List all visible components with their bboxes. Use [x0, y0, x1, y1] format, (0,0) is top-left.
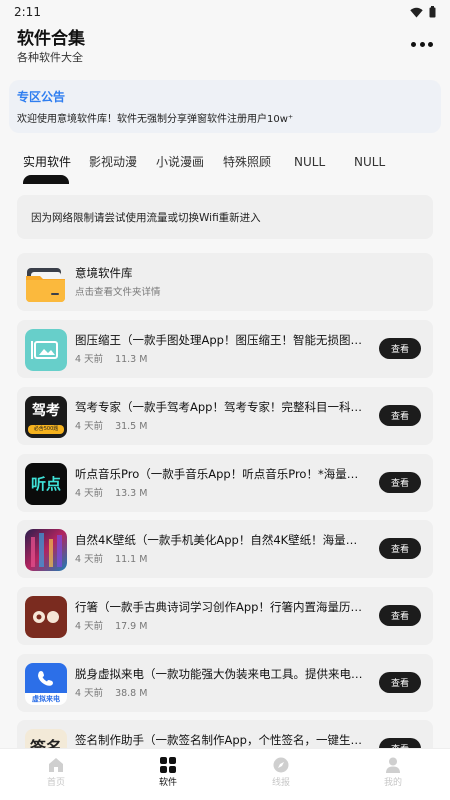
tab-special[interactable]: 特殊照顾 — [223, 154, 271, 170]
app-date: 4 天前 — [75, 554, 104, 565]
network-warning-text: 因为网络限制请尝试使用流量或切换Wifi重新进入 — [31, 211, 261, 224]
nav-label: 软件 — [158, 778, 177, 788]
tab-null-2[interactable]: NULL — [354, 154, 385, 170]
icon-text: 驾考 — [32, 403, 60, 419]
app-size: 31.5 M — [115, 421, 148, 432]
view-button[interactable]: 查看 — [379, 672, 421, 693]
app-size: 13.3 M — [115, 488, 148, 499]
app-meta: 4 天前 38.8 M — [75, 687, 147, 700]
wallpaper-app-icon — [25, 529, 67, 571]
image-compress-icon — [25, 329, 67, 371]
home-icon — [49, 758, 63, 772]
driving-test-icon: 驾考 必含500题 — [25, 396, 67, 438]
app-name: 签名制作助手（一款签名制作App，个性签名，一键生成艺术签名 — [75, 733, 365, 747]
active-tab-indicator — [23, 175, 69, 184]
app-list-item[interactable]: 驾考 必含500题 驾考专家（一款手驾考App！驾考专家！完整科目一科目四题库 … — [17, 387, 433, 445]
app-name: 图压缩王（一款手图处理App！图压缩王！智能无损图片压缩工具 — [75, 333, 365, 347]
view-button[interactable]: 查看 — [379, 538, 421, 559]
tab-utility[interactable]: 实用软件 — [23, 154, 71, 170]
grid-icon — [160, 757, 176, 773]
folder-hint: 点击查看文件夹详情 — [75, 287, 161, 298]
app-meta: 4 天前 17.9 M — [75, 620, 147, 633]
page-subtitle: 各种软件大全 — [17, 51, 83, 64]
app-date: 4 天前 — [75, 688, 104, 699]
view-button[interactable]: 查看 — [379, 338, 421, 359]
folder-name: 意境软件库 — [75, 266, 133, 280]
wifi-icon — [410, 7, 423, 17]
app-name: 听点音乐Pro（一款手音乐App！听点音乐Pro！*海量曲库免费听 — [75, 467, 365, 481]
app-date: 4 天前 — [75, 421, 104, 432]
nav-label: 线报 — [271, 778, 290, 788]
folder-icon — [25, 262, 67, 304]
page-title: 软件合集 — [17, 29, 85, 49]
app-name: 行箸（一款手古典诗词学习创作App！行箸内置海量历代诗词 — [75, 600, 365, 614]
app-name: 脱身虚拟来电（一款功能强大伪装来电工具。提供来电模拟功能 — [75, 667, 365, 681]
app-meta: 4 天前 11.3 M — [75, 353, 147, 366]
status-bar: 2:11 — [0, 0, 450, 24]
app-date: 4 天前 — [75, 354, 104, 365]
app-name: 驾考专家（一款手驾考App！驾考专家！完整科目一科目四题库 — [75, 400, 365, 414]
app-size: 11.1 M — [115, 554, 148, 565]
dot-icon — [411, 41, 416, 47]
app-size: 38.8 M — [115, 688, 148, 699]
compass-icon — [273, 757, 289, 773]
app-meta: 4 天前 11.1 M — [75, 553, 147, 566]
app-header: 软件合集 各种软件大全 — [0, 24, 450, 74]
view-button[interactable]: 查看 — [379, 472, 421, 493]
app-date: 4 天前 — [75, 621, 104, 632]
battery-icon — [429, 6, 436, 18]
nav-label: 我的 — [383, 778, 402, 788]
poetry-app-icon — [25, 596, 67, 638]
tab-null-1[interactable]: NULL — [294, 154, 325, 170]
music-app-icon: 听点 — [25, 463, 67, 505]
app-size: 11.3 M — [115, 354, 148, 365]
bottom-navigation: 首页 软件 线报 我的 — [0, 748, 450, 800]
app-size: 17.9 M — [115, 621, 148, 632]
icon-text: 听点 — [30, 475, 61, 493]
announcement-card[interactable]: 专区公告 欢迎使用意境软件库！软件无强制分享弹窗软件注册用户10w⁺ — [9, 80, 441, 133]
app-list-item[interactable]: 虚拟来电 脱身虚拟来电（一款功能强大伪装来电工具。提供来电模拟功能 4 天前 38… — [17, 654, 433, 712]
app-name: 自然4K壁纸（一款手机美化App！自然4K壁纸！海量超清壁纸 — [75, 533, 365, 547]
nav-label: 首页 — [46, 778, 65, 788]
app-meta: 4 天前 13.3 M — [75, 487, 147, 500]
nav-deals[interactable]: 线报 — [251, 757, 311, 789]
announcement-text: 欢迎使用意境软件库！软件无强制分享弹窗软件注册用户10w⁺ — [17, 114, 294, 125]
app-date: 4 天前 — [75, 488, 104, 499]
app-list-item[interactable]: 行箸（一款手古典诗词学习创作App！行箸内置海量历代诗词 4 天前 17.9 M … — [17, 587, 433, 645]
tab-novel-comic[interactable]: 小说漫画 — [156, 154, 204, 170]
app-list-item[interactable]: 听点 听点音乐Pro（一款手音乐App！听点音乐Pro！*海量曲库免费听 4 天… — [17, 454, 433, 512]
view-button[interactable]: 查看 — [379, 605, 421, 626]
app-meta: 4 天前 31.5 M — [75, 420, 147, 433]
dot-icon — [428, 41, 433, 47]
nav-home[interactable]: 首页 — [26, 757, 86, 789]
announcement-title: 专区公告 — [17, 90, 66, 104]
nav-software[interactable]: 软件 — [138, 757, 198, 789]
app-list-item[interactable]: 图压缩王（一款手图处理App！图压缩王！智能无损图片压缩工具 4 天前 11.3 … — [17, 320, 433, 378]
view-button[interactable]: 查看 — [379, 405, 421, 426]
icon-text: 虚拟来电 — [32, 695, 60, 703]
icon-badge: 必含500题 — [28, 425, 64, 434]
status-time: 2:11 — [14, 5, 41, 19]
status-icons — [410, 6, 436, 18]
folder-card[interactable]: 意境软件库 点击查看文件夹详情 — [17, 253, 433, 311]
category-tabs: 实用软件 影视动漫 小说漫画 特殊照顾 NULL NULL — [0, 150, 450, 184]
tab-video-anime[interactable]: 影视动漫 — [89, 154, 137, 170]
more-options-button[interactable] — [411, 36, 433, 52]
dot-icon — [419, 41, 425, 47]
network-warning: 因为网络限制请尝试使用流量或切换Wifi重新进入 — [17, 195, 433, 239]
virtual-call-icon: 虚拟来电 — [25, 663, 67, 705]
user-icon — [386, 757, 400, 773]
nav-profile[interactable]: 我的 — [363, 757, 423, 789]
app-list-item[interactable]: 自然4K壁纸（一款手机美化App！自然4K壁纸！海量超清壁纸 4 天前 11.1 … — [17, 520, 433, 578]
